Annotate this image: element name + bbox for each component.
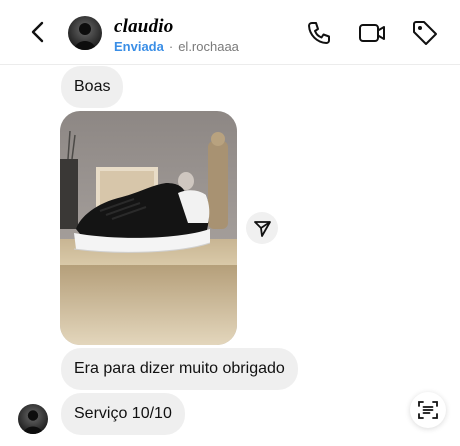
message-bubble[interactable]: Era para dizer muito obrigado bbox=[61, 348, 298, 390]
shoe-photo[interactable] bbox=[60, 111, 237, 345]
sender-avatar[interactable] bbox=[18, 404, 48, 434]
chevron-left-icon[interactable] bbox=[24, 18, 52, 46]
phone-icon[interactable] bbox=[304, 18, 334, 48]
send-icon[interactable] bbox=[246, 212, 278, 244]
message-status: Enviada bbox=[114, 39, 164, 54]
message-bubble[interactable]: Serviço 10/10 bbox=[61, 393, 185, 435]
chat-header: claudio Enviada · el.rochaaa bbox=[0, 0, 460, 65]
contact-name[interactable]: claudio bbox=[114, 16, 173, 38]
message-bubble[interactable]: Boas bbox=[61, 66, 124, 108]
contact-username: el.rochaaa bbox=[178, 39, 239, 54]
contact-avatar[interactable] bbox=[68, 16, 102, 50]
text-scan-icon[interactable] bbox=[410, 392, 446, 428]
separator-dot: · bbox=[168, 39, 174, 54]
tag-icon[interactable] bbox=[410, 18, 440, 48]
video-camera-icon[interactable] bbox=[357, 18, 387, 48]
contact-subline: Enviada · el.rochaaa bbox=[114, 39, 239, 54]
